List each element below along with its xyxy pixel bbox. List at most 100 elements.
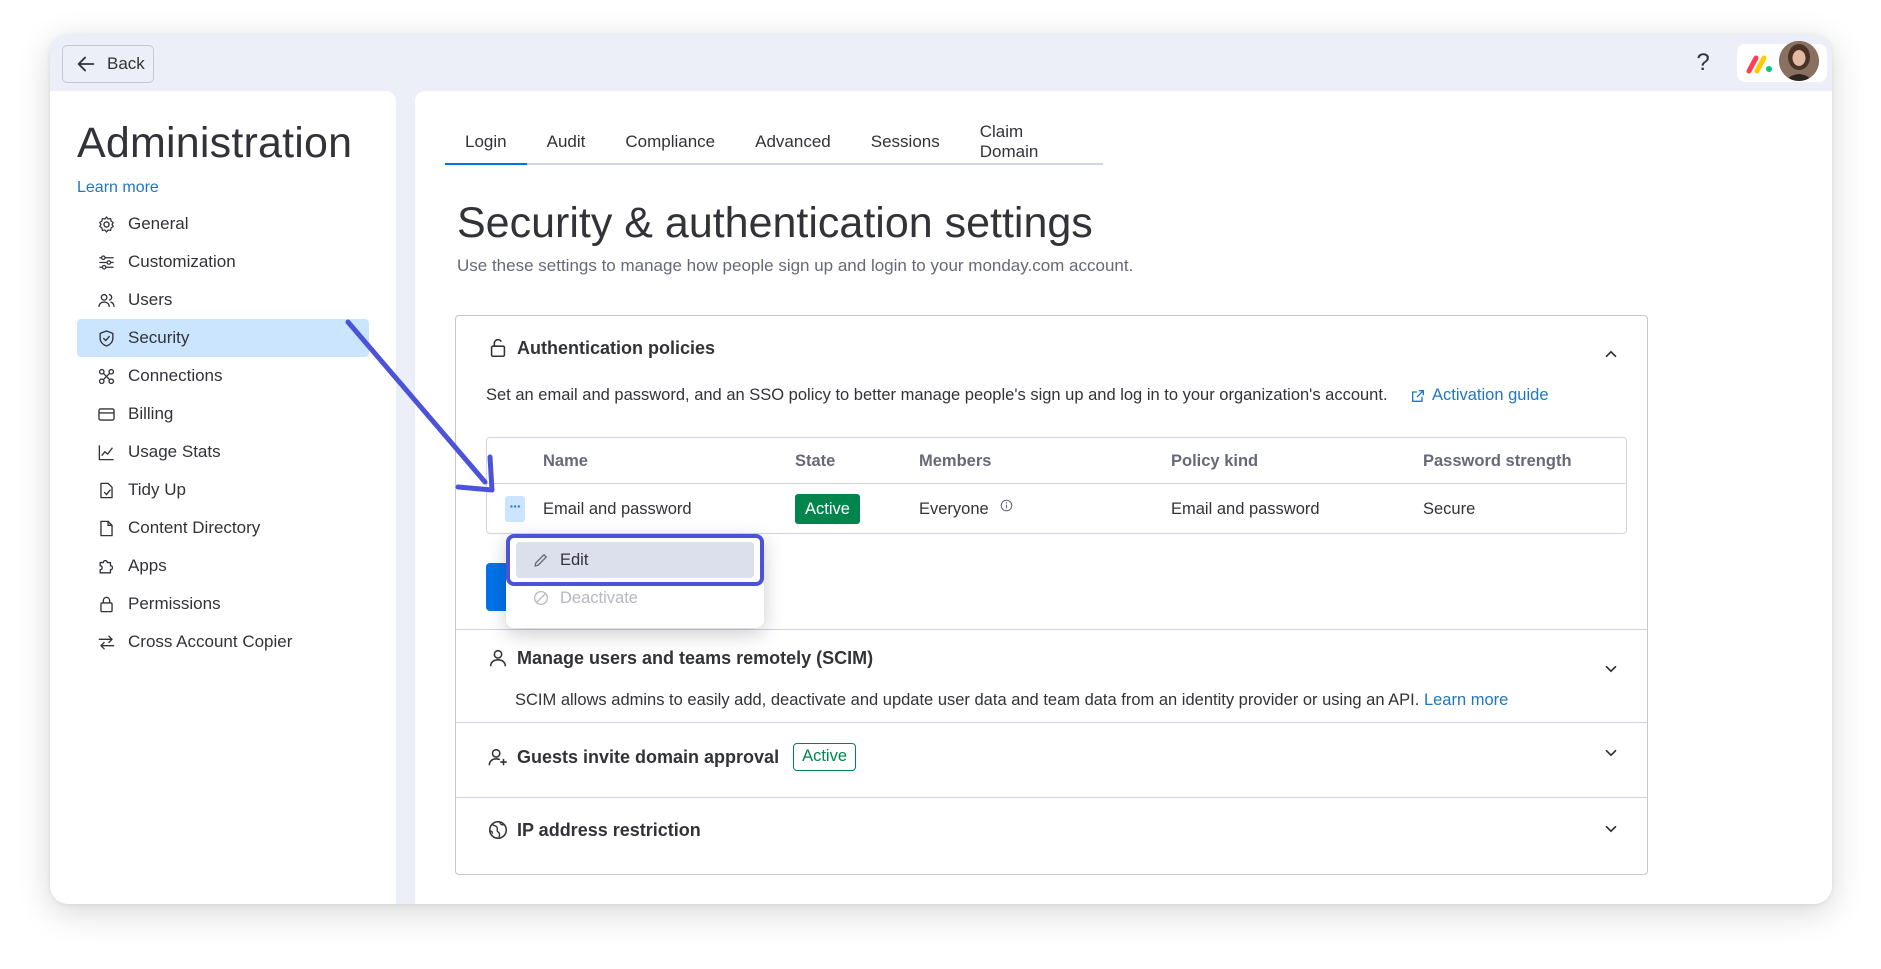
sidebar-item-tidy-up[interactable]: Tidy Up bbox=[77, 471, 369, 509]
sidebar-item-label: Connections bbox=[128, 366, 223, 385]
sidebar-item-general[interactable]: General bbox=[77, 205, 369, 243]
sidebar-item-customization[interactable]: Customization bbox=[77, 243, 369, 281]
tab-audit[interactable]: Audit bbox=[527, 121, 606, 163]
scim-title: Manage users and teams remotely (SCIM) bbox=[517, 647, 874, 668]
menu-item-label: Edit bbox=[560, 550, 589, 569]
sidebar-item-label: Cross Account Copier bbox=[128, 632, 293, 651]
page-subtitle: Use these settings to manage how people … bbox=[457, 256, 1134, 275]
ip-header[interactable]: IP address restriction bbox=[487, 819, 701, 841]
sidebar-item-billing[interactable]: Billing bbox=[77, 395, 369, 433]
broom-icon bbox=[100, 482, 113, 498]
admin-sidebar: Administration Learn more General Custom… bbox=[50, 91, 396, 904]
row-actions-menu: Edit Deactivate bbox=[506, 534, 764, 628]
scim-description: SCIM allows admins to easily add, deacti… bbox=[515, 691, 1508, 710]
policies-table: Name State Members Policy kind Password … bbox=[486, 437, 1627, 534]
auth-policies-title: Authentication policies bbox=[517, 337, 716, 358]
tab-claim-domain[interactable]: Claim Domain bbox=[960, 121, 1103, 163]
table-header: Name State Members Policy kind Password … bbox=[487, 438, 1626, 484]
credit-card-icon bbox=[98, 407, 115, 421]
learn-more-link[interactable]: Learn more bbox=[77, 179, 159, 197]
menu-item-deactivate[interactable]: Deactivate bbox=[516, 580, 754, 616]
sidebar-item-label: Apps bbox=[128, 556, 167, 575]
app-window: Back ? Administration Learn more General… bbox=[50, 34, 1832, 904]
chevron-down-icon[interactable] bbox=[1602, 820, 1620, 838]
lock-icon bbox=[100, 596, 113, 612]
sidebar-item-label: Users bbox=[128, 290, 173, 309]
user-avatar[interactable] bbox=[1779, 41, 1819, 81]
shield-icon bbox=[99, 329, 114, 347]
back-label: Back bbox=[107, 54, 145, 73]
sidebar-item-content-directory[interactable]: Content Directory bbox=[77, 509, 369, 547]
chart-icon bbox=[98, 444, 114, 460]
sidebar-item-label: General bbox=[128, 214, 189, 233]
pencil-icon bbox=[534, 554, 547, 567]
tab-login[interactable]: Login bbox=[445, 121, 527, 165]
activation-guide-link[interactable]: Activation guide bbox=[1410, 386, 1549, 405]
status-badge: Active bbox=[793, 743, 857, 771]
scim-learn-more-link[interactable]: Learn more bbox=[1424, 691, 1508, 709]
avatar-photo-icon bbox=[1779, 41, 1819, 81]
sidebar-item-label: Content Directory bbox=[128, 518, 261, 537]
sidebar-item-label: Billing bbox=[128, 404, 174, 423]
sidebar-item-label: Usage Stats bbox=[128, 442, 221, 461]
sidebar-item-label: Customization bbox=[128, 252, 236, 271]
ip-title: IP address restriction bbox=[517, 819, 701, 840]
transfer-icon bbox=[98, 634, 115, 650]
page-title: Security & authentication settings bbox=[457, 199, 1093, 247]
sidebar-item-cross-account-copier[interactable]: Cross Account Copier bbox=[77, 623, 369, 661]
activation-guide-label: Activation guide bbox=[1432, 386, 1549, 404]
column-header-policy-kind: Policy kind bbox=[1171, 452, 1259, 470]
unlock-icon bbox=[490, 338, 506, 358]
connections-icon bbox=[98, 368, 115, 384]
chevron-up-icon[interactable] bbox=[1602, 345, 1620, 363]
guests-header[interactable]: Guests invite domain approval Active bbox=[487, 743, 857, 771]
user-plus-icon bbox=[488, 748, 507, 766]
chevron-down-icon[interactable] bbox=[1602, 660, 1620, 678]
menu-item-edit[interactable]: Edit bbox=[516, 542, 754, 578]
scim-description-text: SCIM allows admins to easily add, deacti… bbox=[515, 691, 1420, 709]
back-button[interactable]: Back bbox=[62, 45, 154, 83]
gear-icon bbox=[99, 215, 114, 233]
arrow-left-icon bbox=[77, 56, 95, 72]
scim-header[interactable]: Manage users and teams remotely (SCIM) bbox=[487, 647, 873, 669]
sidebar-nav: General Customization Users Security Con… bbox=[77, 205, 369, 661]
column-header-members: Members bbox=[919, 452, 992, 470]
globe-icon bbox=[488, 820, 508, 840]
column-header-password-strength: Password strength bbox=[1423, 452, 1572, 470]
sidebar-item-users[interactable]: Users bbox=[77, 281, 369, 319]
sidebar-item-label: Permissions bbox=[128, 594, 221, 613]
monday-logo-icon bbox=[1746, 55, 1772, 74]
sidebar-item-connections[interactable]: Connections bbox=[77, 357, 369, 395]
sidebar-item-usage-stats[interactable]: Usage Stats bbox=[77, 433, 369, 471]
password-strength-value: Secure bbox=[1423, 500, 1476, 518]
auth-policies-description: Set an email and password, and an SSO po… bbox=[486, 386, 1388, 404]
tab-compliance[interactable]: Compliance bbox=[605, 121, 735, 163]
policy-kind-value: Email and password bbox=[1171, 500, 1320, 518]
section-divider bbox=[456, 797, 1647, 798]
tab-sessions[interactable]: Sessions bbox=[851, 121, 960, 163]
members-value: Everyone bbox=[919, 500, 989, 518]
tab-advanced[interactable]: Advanced bbox=[735, 121, 851, 163]
status-badge: Active bbox=[795, 494, 860, 524]
sidebar-item-label: Tidy Up bbox=[128, 480, 186, 499]
external-link-icon bbox=[1412, 389, 1424, 402]
info-icon[interactable] bbox=[1000, 499, 1013, 512]
guests-title: Guests invite domain approval bbox=[517, 746, 780, 767]
settings-tabs: Login Audit Compliance Advanced Sessions… bbox=[445, 121, 1103, 165]
sidebar-item-apps[interactable]: Apps bbox=[77, 547, 369, 585]
block-icon bbox=[533, 590, 549, 606]
row-actions-button[interactable]: ··· bbox=[505, 496, 525, 522]
help-icon[interactable]: ? bbox=[1688, 48, 1718, 78]
section-divider bbox=[456, 722, 1647, 723]
section-divider bbox=[456, 629, 1647, 630]
document-icon bbox=[100, 520, 113, 536]
sidebar-item-permissions[interactable]: Permissions bbox=[77, 585, 369, 623]
sidebar-item-label: Security bbox=[128, 328, 190, 347]
puzzle-icon bbox=[99, 559, 114, 574]
chevron-down-icon[interactable] bbox=[1602, 744, 1620, 762]
sliders-icon bbox=[99, 254, 114, 270]
sidebar-item-security[interactable]: Security bbox=[77, 319, 369, 357]
auth-policies-header[interactable]: Authentication policies bbox=[487, 337, 715, 359]
column-header-state: State bbox=[795, 452, 836, 470]
column-header-name: Name bbox=[543, 452, 588, 470]
